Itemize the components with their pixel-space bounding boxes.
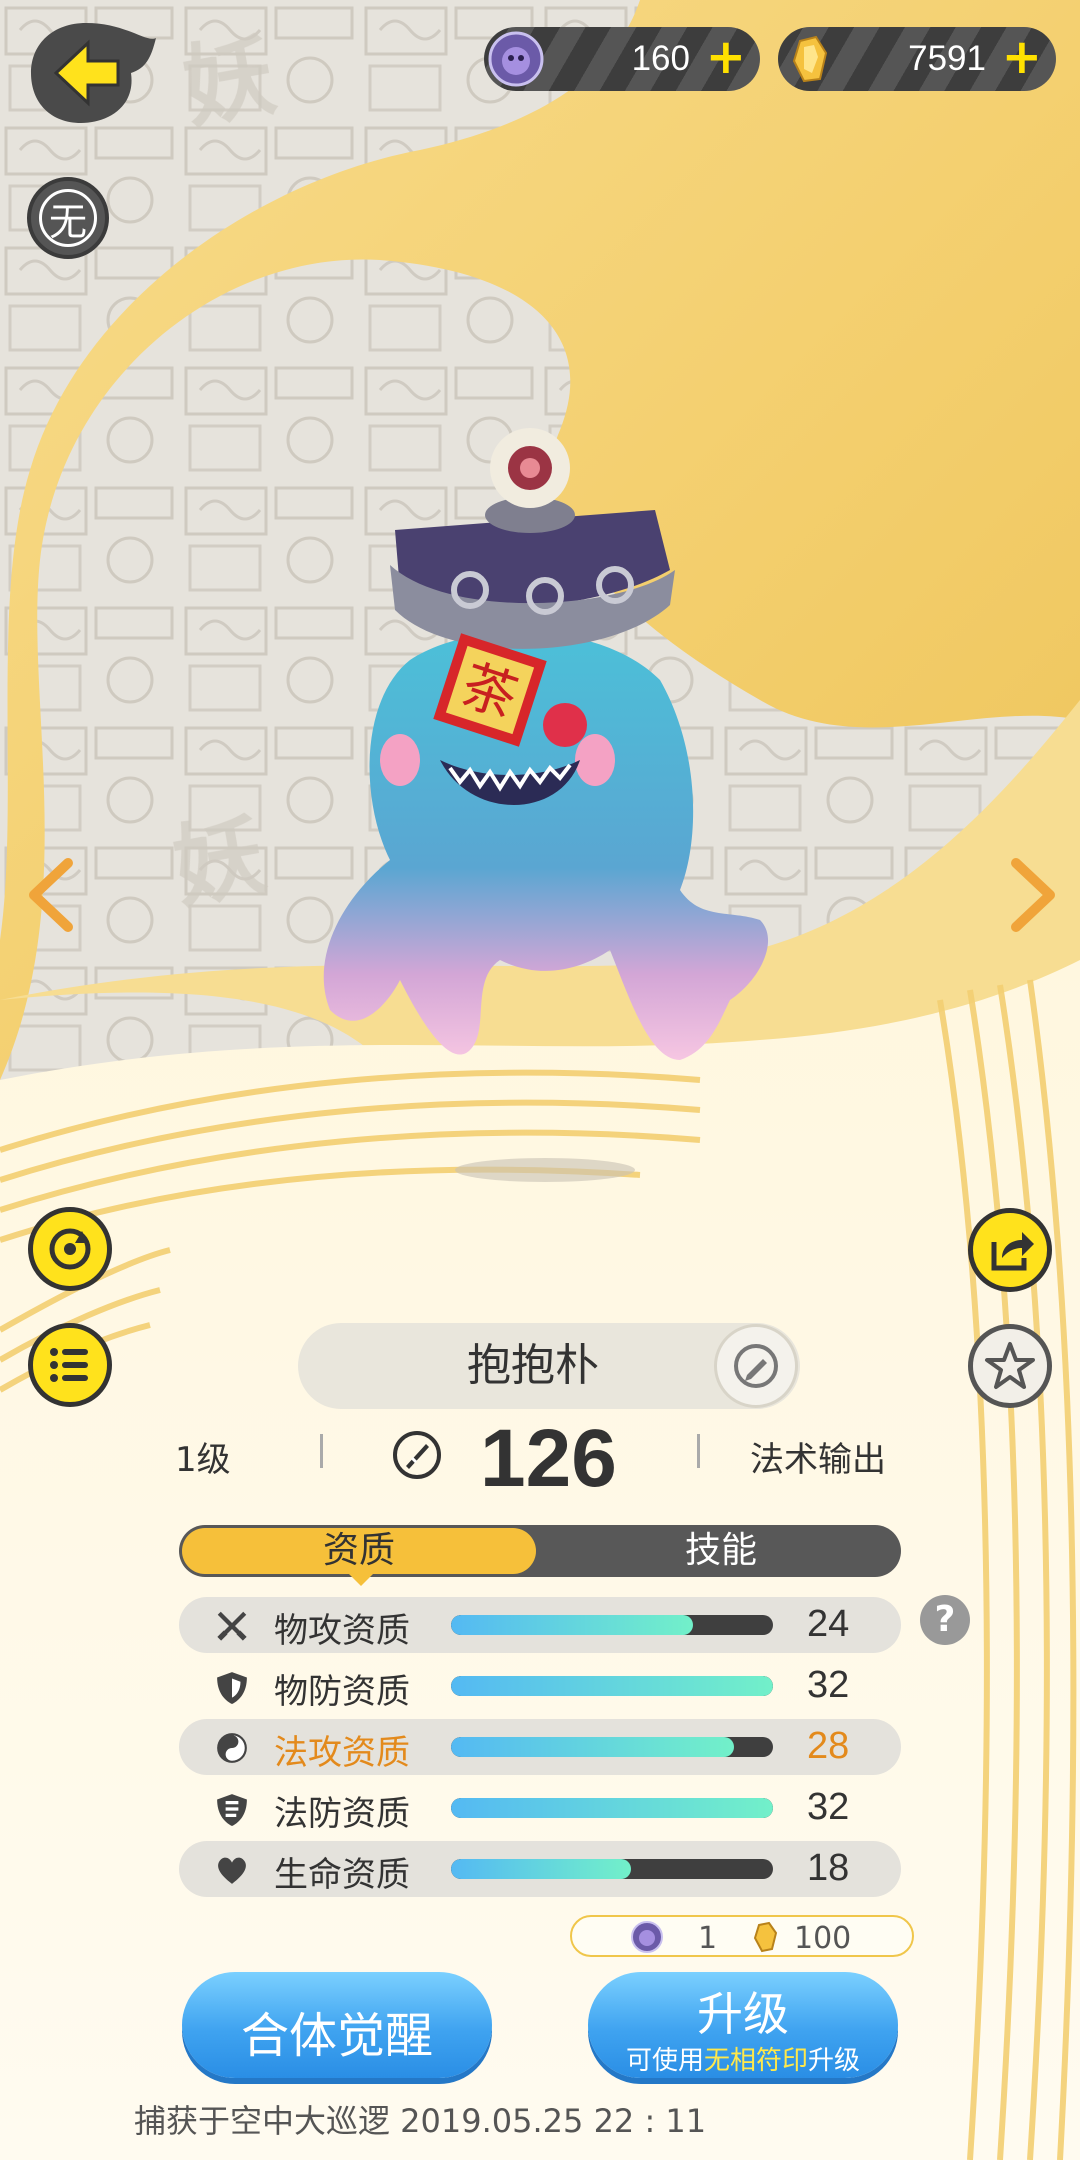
aptitude-bar-fill xyxy=(451,1798,773,1818)
aptitude-bar-fill xyxy=(451,1737,735,1757)
active-tab-pointer xyxy=(349,1574,373,1586)
upgrade-hint-prefix: 可使用 xyxy=(625,2046,704,2076)
divider xyxy=(697,1434,700,1468)
aptitude-row[interactable]: 生命资质 18 xyxy=(179,1841,901,1897)
svg-text:妖: 妖 xyxy=(176,23,283,142)
aptitude-value: 32 xyxy=(807,1786,850,1828)
tab-skills[interactable]: 技能 xyxy=(541,1525,901,1577)
soul-orb-icon xyxy=(488,31,544,87)
soul-orb-icon xyxy=(631,1921,663,1953)
pet-summary-row: 1级 126 法术输出 xyxy=(0,1413,1080,1504)
share-button[interactable] xyxy=(968,1208,1052,1292)
magic-shield-icon xyxy=(217,1794,247,1826)
aptitude-bar-fill xyxy=(451,1676,773,1696)
upgrade-label: 升级 xyxy=(697,1987,789,2041)
aptitude-bar xyxy=(451,1615,773,1635)
tab-aptitude[interactable]: 资质 xyxy=(182,1528,536,1574)
aptitude-name: 物攻资质 xyxy=(274,1611,410,1651)
star-icon xyxy=(985,1342,1035,1389)
aptitude-name: 法防资质 xyxy=(274,1794,410,1834)
aptitude-bar xyxy=(451,1859,773,1879)
aptitude-row[interactable]: 法防资质 32 xyxy=(179,1780,901,1836)
combat-power-icon xyxy=(393,1431,441,1479)
upgrade-hint: 可使用无相符印升级 xyxy=(588,2040,898,2077)
pet-model[interactable]: 茶 xyxy=(300,420,790,1110)
aptitude-bar-fill xyxy=(451,1615,693,1635)
aptitude-bar-fill xyxy=(451,1859,632,1879)
orb-currency-counter[interactable]: 160 + xyxy=(484,27,760,91)
divider xyxy=(320,1434,323,1468)
heart-icon xyxy=(218,1857,246,1884)
refresh-icon xyxy=(49,1228,91,1270)
mode-badge-button[interactable]: 无 xyxy=(27,177,109,259)
aptitude-row[interactable]: 法攻资质 28 xyxy=(179,1719,901,1775)
shield-icon xyxy=(217,1672,247,1704)
svg-text:妖: 妖 xyxy=(166,803,273,922)
aptitude-name: 物防资质 xyxy=(274,1672,410,1712)
aptitude-value: 24 xyxy=(807,1603,850,1645)
refresh-button[interactable] xyxy=(28,1207,112,1291)
crystal-count: 7591 xyxy=(908,39,986,78)
mode-badge-label: 无 xyxy=(39,189,97,247)
help-button[interactable]: ? xyxy=(920,1595,970,1645)
crystal-cost: 100 xyxy=(794,1921,852,1956)
crystal-currency-counter[interactable]: 7591 + xyxy=(778,27,1056,91)
gold-crystal-icon xyxy=(753,1921,778,1953)
aptitude-value: 28 xyxy=(807,1725,850,1767)
capture-info: 捕获于空中大巡逻 2019.05.25 22 : 11 xyxy=(134,2102,707,2140)
pet-role: 法术输出 xyxy=(750,1440,886,1480)
pet-level: 1级 xyxy=(175,1440,231,1480)
share-icon xyxy=(991,1232,1034,1271)
list-menu-button[interactable] xyxy=(28,1323,112,1407)
aptitude-bar xyxy=(451,1737,773,1757)
add-orb-button[interactable]: + xyxy=(706,29,746,85)
pencil-icon xyxy=(734,1344,778,1388)
aptitude-row[interactable]: 物攻资质 24 xyxy=(179,1597,901,1653)
rename-button[interactable] xyxy=(714,1324,798,1408)
gold-crystal-icon xyxy=(792,35,828,83)
aptitude-bar xyxy=(451,1798,773,1818)
orb-cost: 1 xyxy=(698,1921,718,1956)
aptitude-value: 18 xyxy=(807,1847,850,1889)
upgrade-button[interactable]: 升级 可使用无相符印升级 xyxy=(588,1972,898,2078)
pet-name-plate: 抱抱朴 xyxy=(298,1323,800,1409)
chevron-left-icon xyxy=(29,858,73,932)
upgrade-hint-item: 无相符印 xyxy=(703,2046,808,2076)
fusion-awaken-label: 合体觉醒 xyxy=(240,2008,433,2064)
next-pet-arrow[interactable] xyxy=(1002,855,1062,935)
aptitude-name: 生命资质 xyxy=(274,1855,410,1895)
fusion-awaken-button[interactable]: 合体觉醒 xyxy=(182,1972,492,2078)
list-icon xyxy=(50,1348,88,1382)
orb-count: 160 xyxy=(631,39,690,78)
magic-orb-icon xyxy=(217,1733,247,1763)
chevron-right-icon xyxy=(1011,858,1055,932)
aptitude-row[interactable]: 物防资质 32 xyxy=(179,1658,901,1714)
aptitude-bar xyxy=(451,1676,773,1696)
combat-power-value: 126 xyxy=(480,1413,617,1504)
add-crystal-button[interactable]: + xyxy=(1002,29,1042,85)
crossed-swords-icon xyxy=(217,1611,247,1641)
upgrade-hint-suffix: 升级 xyxy=(808,2046,861,2076)
back-button[interactable] xyxy=(26,18,166,128)
favorite-button[interactable] xyxy=(968,1324,1052,1408)
upgrade-cost: 1 100 xyxy=(570,1915,914,1957)
detail-tabs: 资质 技能 xyxy=(179,1525,901,1586)
pet-name: 抱抱朴 xyxy=(467,1340,599,1391)
aptitude-name: 法攻资质 xyxy=(274,1733,410,1773)
previous-pet-arrow[interactable] xyxy=(22,855,82,935)
aptitude-value: 32 xyxy=(807,1664,850,1706)
